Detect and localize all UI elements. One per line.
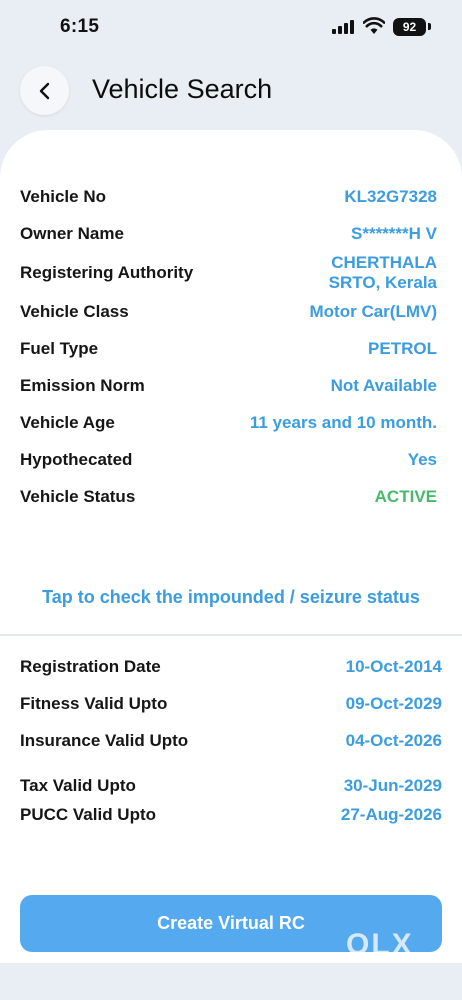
label-vehicle-class: Vehicle Class	[20, 302, 129, 321]
cellular-signal-icon	[332, 19, 356, 34]
label-pucc-valid-upto: PUCC Valid Upto	[20, 805, 157, 824]
value-registration-date: 10-Oct-2014	[345, 657, 442, 676]
value-owner-name: S*******H V	[351, 224, 437, 243]
label-emission-norm: Emission Norm	[20, 376, 145, 395]
chevron-left-icon	[39, 82, 50, 100]
impound-status-link[interactable]: Tap to check the impounded / seizure sta…	[0, 587, 462, 608]
status-time: 6:15	[60, 16, 100, 37]
wifi-icon	[363, 17, 385, 34]
section-divider	[0, 634, 462, 636]
value-vehicle-status: ACTIVE	[374, 487, 437, 506]
value-vehicle-no: KL32G7328	[344, 187, 437, 206]
value-pucc-valid-upto: 27-Aug-2026	[340, 805, 442, 824]
value-vehicle-age: 11 years and 10 month.	[249, 413, 437, 432]
label-vehicle-status: Vehicle Status	[20, 487, 136, 506]
label-insurance-valid-upto: Insurance Valid Upto	[20, 731, 189, 750]
olx-watermark-text: OLX	[346, 928, 414, 961]
page-title: Vehicle Search	[92, 74, 273, 104]
value-fuel-type: PETROL	[368, 339, 437, 358]
value-emission-norm: Not Available	[330, 376, 437, 395]
registering-authority-line1: CHERTHALA	[331, 253, 437, 272]
label-vehicle-no: Vehicle No	[20, 187, 106, 206]
value-insurance-valid-upto: 04-Oct-2026	[345, 731, 442, 750]
label-fitness-valid-upto: Fitness Valid Upto	[20, 694, 168, 713]
value-tax-valid-upto: 30-Jun-2029	[343, 776, 442, 795]
label-hypothecated: Hypothecated	[20, 450, 133, 469]
battery-icon: 92	[393, 18, 426, 36]
value-registering-authority: CHERTHALA SRTO, Kerala	[329, 253, 437, 293]
value-vehicle-class: Motor Car(LMV)	[309, 302, 437, 321]
label-registration-date: Registration Date	[20, 657, 161, 676]
battery-tip	[428, 23, 431, 30]
label-tax-valid-upto: Tax Valid Upto	[20, 776, 136, 795]
olx-watermark-logo: OLX	[346, 928, 428, 964]
label-vehicle-age: Vehicle Age	[20, 413, 115, 432]
label-owner-name: Owner Name	[20, 224, 124, 243]
registering-authority-line2: SRTO, Kerala	[328, 273, 437, 292]
label-registering-authority: Registering Authority	[20, 263, 194, 282]
back-button[interactable]	[20, 66, 69, 115]
value-fitness-valid-upto: 09-Oct-2029	[345, 694, 442, 713]
label-fuel-type: Fuel Type	[20, 339, 99, 358]
value-hypothecated: Yes	[407, 450, 437, 469]
status-bar: 6:15 92	[0, 0, 462, 56]
